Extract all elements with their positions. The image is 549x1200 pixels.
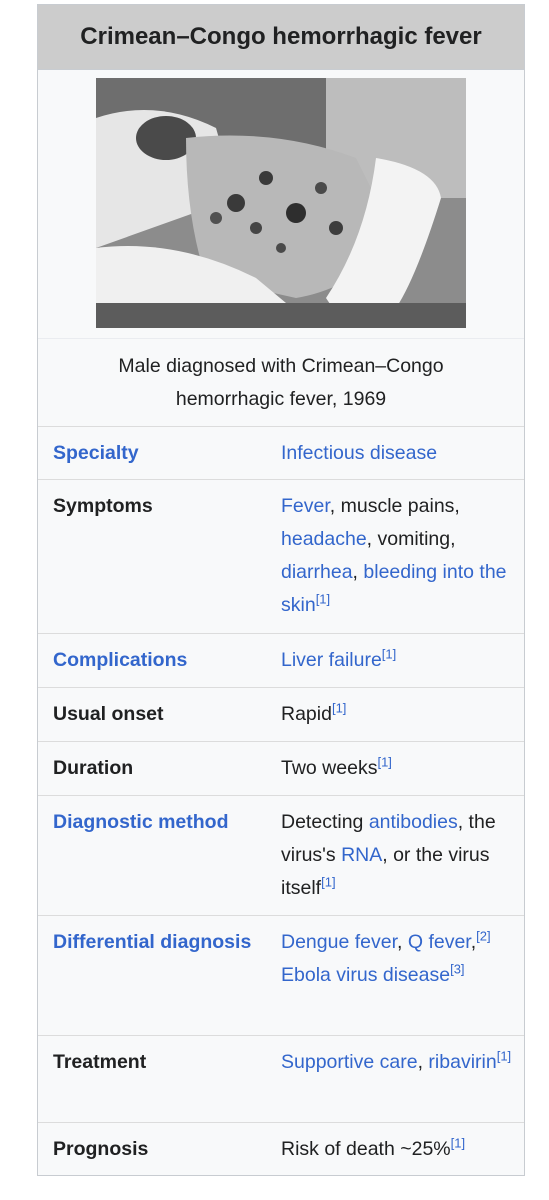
symptoms-text-2: , vomiting, (366, 528, 456, 550)
row-prognosis: Prognosis Risk of death ~25%[1] (38, 1123, 524, 1175)
differential-ref-2[interactable]: [2] (476, 929, 490, 944)
specialty-value: Infectious disease (281, 437, 524, 479)
headache-link[interactable]: headache (281, 528, 367, 550)
prognosis-ref[interactable]: [1] (451, 1136, 465, 1151)
symptoms-value: Fever, muscle pains, headache, vomiting,… (281, 490, 524, 633)
treatment-label: Treatment (53, 1051, 147, 1073)
specialty-label[interactable]: Specialty (38, 437, 281, 479)
complications-ref[interactable]: [1] (382, 647, 396, 662)
row-onset: Usual onset Rapid[1] (38, 688, 524, 742)
onset-text: Rapid (281, 703, 332, 725)
diarrhea-link[interactable]: diarrhea (281, 561, 353, 583)
differential-ref-3[interactable]: [3] (450, 962, 464, 977)
onset-ref[interactable]: [1] (332, 701, 346, 716)
row-duration: Duration Two weeks[1] (38, 742, 524, 796)
symptoms-text-3: , (352, 561, 364, 583)
symptoms-text-1: , muscle pains, (329, 495, 460, 517)
patient-photo-graphic (96, 78, 466, 328)
diagnostic-label[interactable]: Diagnostic method (38, 806, 281, 915)
complications-value: Liver failure[1] (281, 644, 524, 687)
prognosis-label: Prognosis (53, 1138, 149, 1160)
onset-value: Rapid[1] (281, 698, 524, 741)
treatment-value: Supportive care, ribavirin[1] (281, 1046, 524, 1122)
image-cell (38, 70, 524, 339)
duration-value: Two weeks[1] (281, 752, 524, 795)
liver-failure-link[interactable]: Liver failure (281, 649, 382, 671)
infobox-title: Crimean–Congo hemorrhagic fever (38, 5, 524, 70)
image-caption: Male diagnosed with Crimean–Congo hemorr… (38, 339, 524, 427)
supportive-care-link[interactable]: Supportive care (281, 1051, 418, 1073)
ribavirin-link[interactable]: ribavirin (428, 1051, 496, 1073)
treatment-text-1: , (417, 1051, 429, 1073)
antibodies-link[interactable]: antibodies (369, 811, 458, 833)
fever-link[interactable]: Fever (281, 495, 330, 517)
treatment-ref[interactable]: [1] (497, 1049, 511, 1064)
row-symptoms: Symptoms Fever, muscle pains, headache, … (38, 480, 524, 634)
differential-text-1: , (397, 931, 408, 953)
symptoms-label: Symptoms (53, 495, 153, 517)
ebola-link[interactable]: Ebola virus disease (281, 964, 450, 986)
dengue-link[interactable]: Dengue fever (281, 931, 397, 953)
differential-value: Dengue fever, Q fever,[2] Ebola virus di… (281, 926, 524, 1035)
diagnostic-ref[interactable]: [1] (321, 875, 335, 890)
onset-label: Usual onset (53, 703, 164, 725)
infobox: Crimean–Congo hemorrhagic fever Male dia… (37, 4, 525, 1176)
diagnostic-text-1: Detecting (281, 811, 369, 833)
complications-label[interactable]: Complications (38, 644, 281, 687)
row-differential: Differential diagnosis Dengue fever, Q f… (38, 916, 524, 1036)
q-fever-link[interactable]: Q fever (408, 931, 471, 953)
duration-text: Two weeks (281, 757, 378, 779)
patient-photo[interactable] (96, 78, 466, 328)
duration-ref[interactable]: [1] (377, 755, 391, 770)
differential-label[interactable]: Differential diagnosis (38, 926, 281, 1035)
symptoms-ref[interactable]: [1] (316, 592, 330, 607)
row-complications: Complications Liver failure[1] (38, 634, 524, 688)
specialty-link[interactable]: Infectious disease (281, 442, 437, 464)
prognosis-value: Risk of death ~25%[1] (281, 1133, 524, 1175)
diagnostic-value: Detecting antibodies, the virus's RNA, o… (281, 806, 524, 915)
rna-link[interactable]: RNA (341, 844, 382, 866)
row-treatment: Treatment Supportive care, ribavirin[1] (38, 1036, 524, 1123)
row-specialty: Specialty Infectious disease (38, 427, 524, 480)
row-diagnostic: Diagnostic method Detecting antibodies, … (38, 796, 524, 916)
duration-label: Duration (53, 757, 134, 779)
prognosis-text: Risk of death ~25% (281, 1138, 451, 1160)
